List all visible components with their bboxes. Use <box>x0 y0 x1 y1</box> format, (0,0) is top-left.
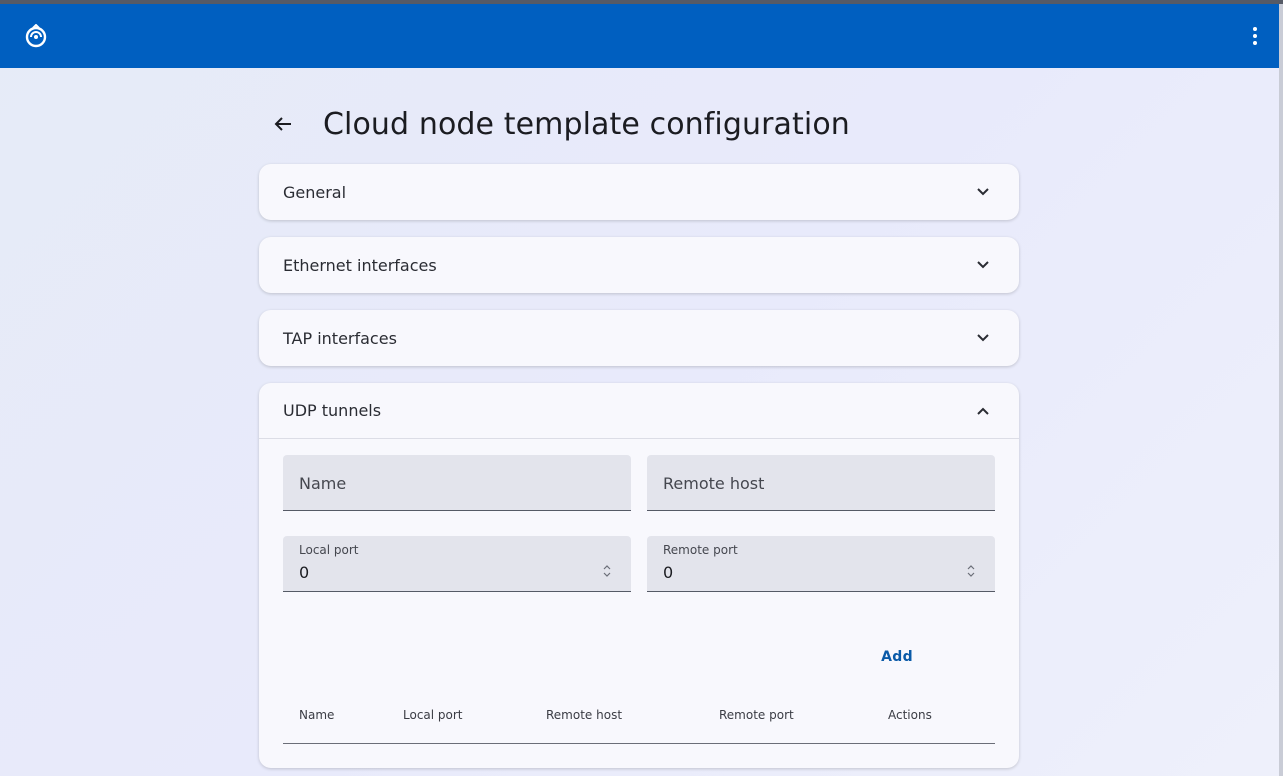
spinner-icon[interactable] <box>601 562 613 580</box>
panel-general: General <box>259 164 1019 220</box>
udp-local-port-input[interactable]: Local port 0 <box>283 536 631 592</box>
scrollbar-track[interactable] <box>1279 4 1283 776</box>
panel-title: UDP tunnels <box>283 401 382 420</box>
page-title: Cloud node template configuration <box>323 106 850 142</box>
panel-title: General <box>283 182 347 202</box>
page-header: Cloud node template configuration <box>259 100 1019 148</box>
col-remote-port: Remote port <box>719 708 794 722</box>
remote-port-value: 0 <box>663 563 674 582</box>
udp-remote-port-input[interactable]: Remote port 0 <box>647 536 995 592</box>
local-port-label: Local port <box>299 543 359 557</box>
panel-tap-header[interactable]: TAP interfaces <box>259 310 1019 366</box>
panel-udp-tunnels: UDP tunnels Name Remote host Local port … <box>259 383 1019 768</box>
chevron-down-icon <box>971 253 995 277</box>
panel-ethernet-header[interactable]: Ethernet interfaces <box>259 237 1019 293</box>
local-port-value: 0 <box>299 563 310 582</box>
panel-ethernet-interfaces: Ethernet interfaces <box>259 237 1019 293</box>
chevron-up-icon <box>971 399 995 423</box>
udp-remote-host-placeholder: Remote host <box>663 474 765 493</box>
udp-remote-host-input[interactable]: Remote host <box>647 455 995 511</box>
gns3-logo-icon[interactable] <box>24 24 48 48</box>
col-local-port: Local port <box>403 708 463 722</box>
panel-general-header[interactable]: General <box>259 164 1019 220</box>
panel-tap-interfaces: TAP interfaces <box>259 310 1019 366</box>
more-vert-icon[interactable] <box>1241 16 1269 56</box>
remote-port-label: Remote port <box>663 543 738 557</box>
app-toolbar <box>0 4 1279 68</box>
udp-table-header: Name Local port Remote host Remote port … <box>283 689 995 744</box>
panel-title: TAP interfaces <box>283 328 397 348</box>
col-remote-host: Remote host <box>546 708 623 722</box>
add-udp-tunnel-button[interactable]: Add <box>857 639 937 675</box>
udp-name-placeholder: Name <box>299 474 347 493</box>
col-name: Name <box>299 708 335 722</box>
col-actions: Actions <box>888 708 932 722</box>
udp-name-input[interactable]: Name <box>283 455 631 511</box>
panel-udp-header[interactable]: UDP tunnels <box>259 383 1019 439</box>
arrow-back-icon[interactable] <box>259 100 307 148</box>
panel-title: Ethernet interfaces <box>283 255 437 275</box>
chevron-down-icon <box>971 180 995 204</box>
spinner-icon[interactable] <box>965 562 977 580</box>
chevron-down-icon <box>971 326 995 350</box>
